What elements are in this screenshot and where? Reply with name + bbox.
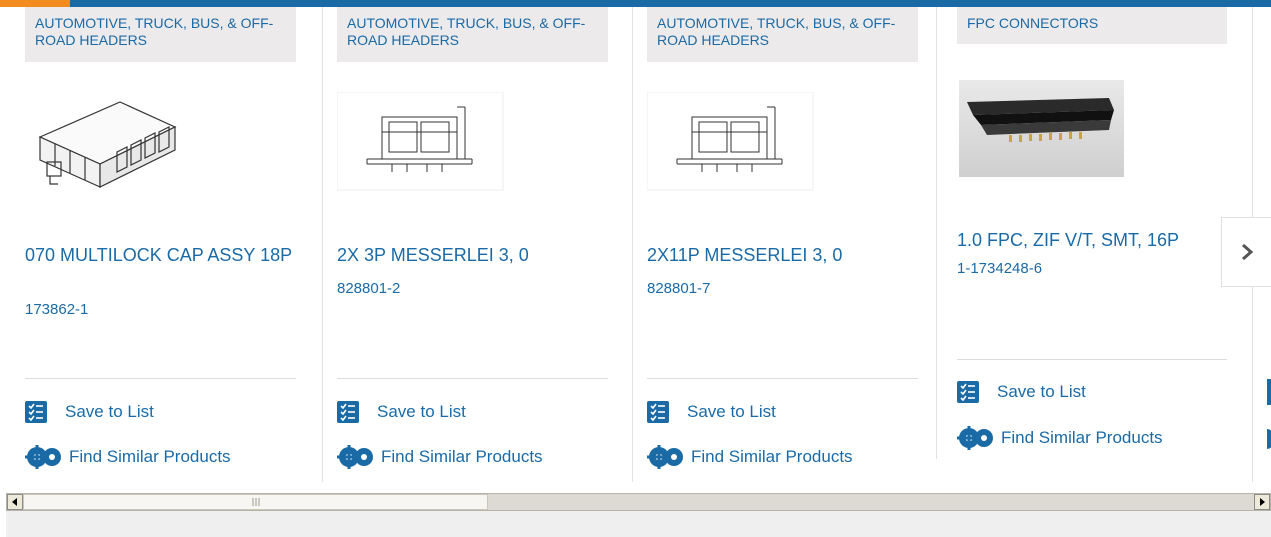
part-number[interactable]: 1-1734248-6 [957, 260, 1042, 277]
save-label: Save to List [377, 402, 466, 421]
product-category[interactable]: AUTOMOTIVE, TRUCK, BUS, & OFF-ROAD HEADE… [25, 7, 296, 62]
part-number[interactable]: 828801-7 [647, 280, 710, 297]
similar-label: Find Similar Products [1001, 428, 1163, 447]
similar-label: Find Similar Products [69, 447, 231, 466]
product-title[interactable]: 2X11P MESSERLEI 3, 0 [647, 245, 932, 265]
top-accent-bar [0, 0, 1271, 7]
product-title[interactable]: 1.0 FPC, ZIF V/T, SMT, 16P [957, 230, 1242, 250]
divider [647, 378, 918, 379]
save-to-list-button[interactable]: Save to List [337, 399, 466, 425]
part-number[interactable]: 828801-2 [337, 280, 400, 297]
horizontal-scrollbar[interactable] [6, 493, 1271, 511]
checklist-icon [25, 401, 47, 423]
similar-label: Find Similar Products [691, 447, 853, 466]
scrollbar-thumb[interactable] [23, 494, 488, 510]
save-label: Save to List [997, 382, 1086, 401]
save-to-list-button[interactable]: Save to List [25, 399, 154, 425]
divider [337, 378, 608, 379]
similar-label: Find Similar Products [381, 447, 543, 466]
product-title[interactable]: 070 MULTILOCK CAP ASSY 18P [25, 245, 310, 265]
header-connector-image[interactable] [25, 92, 195, 197]
save-to-list-button[interactable]: Save to List [647, 399, 776, 425]
find-similar-button[interactable]: Find Similar Products [647, 444, 853, 470]
product-category[interactable]: AUTOMOTIVE, TRUCK, BUS, & OFF-ROAD HEADE… [337, 7, 608, 62]
carousel-next-button[interactable] [1221, 217, 1271, 287]
checklist-icon [337, 401, 359, 423]
find-similar-button[interactable]: Find Similar Products [957, 425, 1163, 451]
part-number[interactable]: 173862-1 [25, 301, 88, 318]
gears-icon [957, 426, 997, 450]
page-footer-area [6, 511, 1271, 537]
scroll-right-arrow[interactable] [1254, 494, 1270, 510]
product-card: AUTOMOTIVE, TRUCK, BUS, & OFF-ROAD HEADE… [322, 7, 622, 482]
checklist-icon [957, 381, 979, 403]
product-card: AUTOMOTIVE, TRUCK, BUS, & OFF-ROAD HEADE… [632, 7, 932, 482]
divider [25, 378, 296, 379]
messerlei-connector-drawing[interactable] [646, 91, 817, 197]
product-title[interactable]: 2X 3P MESSERLEI 3, 0 [337, 245, 622, 265]
product-carousel: AUTOMOTIVE, TRUCK, BUS, & OFF-ROAD HEADE… [0, 7, 1271, 482]
product-card: FPC CONNECTORS 1.0 FPC, ZIF V/T, SMT, 16… [936, 7, 1236, 459]
divider [957, 359, 1227, 360]
active-tab-indicator [0, 0, 70, 7]
find-similar-button[interactable]: Find Similar Products [25, 444, 231, 470]
product-category[interactable]: FPC CONNECTORS [957, 7, 1227, 44]
find-similar-button[interactable]: Find Similar Products [337, 444, 543, 470]
fpc-connector-photo[interactable] [959, 80, 1124, 177]
scroll-left-arrow[interactable] [7, 494, 23, 510]
save-label: Save to List [687, 402, 776, 421]
product-card: AUTOMOTIVE, TRUCK, BUS, & OFF-ROAD HEADE… [11, 7, 311, 482]
gears-icon [337, 445, 377, 469]
messerlei-connector-drawing[interactable] [336, 91, 507, 197]
gears-icon[interactable] [1267, 429, 1271, 449]
gears-icon [647, 445, 687, 469]
checklist-icon [647, 401, 669, 423]
checklist-icon[interactable] [1267, 379, 1271, 405]
chevron-right-icon [1241, 243, 1253, 261]
save-to-list-button[interactable]: Save to List [957, 379, 1086, 405]
save-label: Save to List [65, 402, 154, 421]
product-category[interactable]: AUTOMOTIVE, TRUCK, BUS, & OFF-ROAD HEADE… [647, 7, 918, 62]
gears-icon [25, 445, 65, 469]
